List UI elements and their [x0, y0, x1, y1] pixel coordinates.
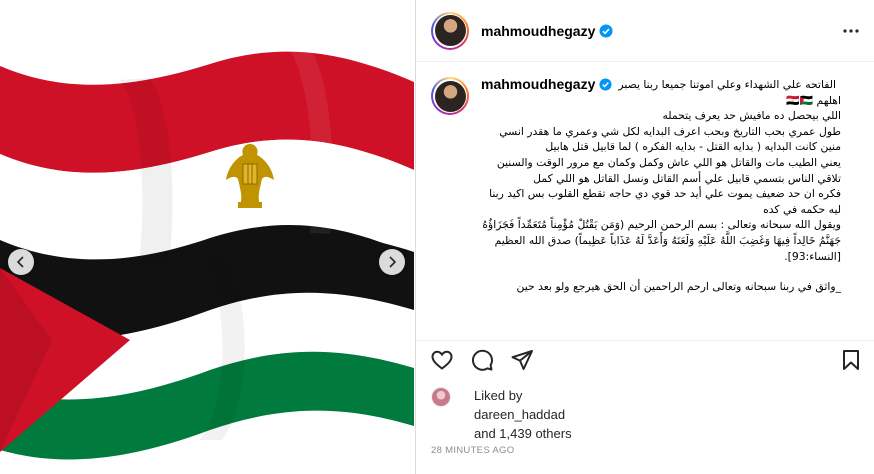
more-options-icon [843, 28, 859, 33]
share-button[interactable] [510, 348, 534, 372]
paper-plane-icon [511, 350, 533, 370]
like-button[interactable] [430, 348, 454, 372]
avatar-photo [434, 80, 466, 112]
previous-image-button[interactable] [8, 249, 34, 275]
chevron-left-icon [16, 256, 24, 268]
caption-line: منين كانت البدايه ( بدايه القتل - بدايه … [545, 140, 841, 154]
liked-by-label: Liked by [474, 388, 523, 403]
action-bar [416, 342, 874, 378]
likes-others-link[interactable]: and 1,439 others [474, 424, 572, 443]
comment-button[interactable] [470, 348, 494, 372]
caption-line: فكره ان حد ضعيف يموت علي أيد حد قوي دي ح… [489, 187, 841, 201]
verified-badge-icon [599, 78, 612, 91]
more-options-button[interactable] [842, 22, 860, 40]
caption-line: طول عمري بحب التاريخ وبحب اعرف البدايه ل… [499, 124, 841, 138]
caption-line: الفاتحه علي الشهداء وعلي اموتنا جميعا رب… [618, 78, 837, 91]
heart-icon [431, 350, 453, 370]
caption-line: _واثق في ربنا سبحانه وتعالى ارحم الراحمي… [516, 280, 841, 294]
post-timestamp[interactable]: 28 MINUTES AGO [431, 445, 514, 456]
save-button[interactable] [839, 348, 863, 372]
caption-text: mahmoudhegazy الفاتحه علي الشهداء وعلي ا… [481, 76, 842, 295]
post-panel: mahmoudhegazy mahmoudhegazy الفاتحه علي … [415, 0, 874, 474]
post-header: mahmoudhegazy [416, 0, 874, 62]
verified-badge-icon [599, 24, 613, 38]
comment-icon [471, 349, 493, 371]
author-avatar[interactable] [431, 11, 469, 50]
likes-summary: Liked by dareen_haddad and 1,439 others [431, 386, 572, 443]
chevron-right-icon [389, 256, 397, 268]
caption-author-avatar[interactable] [431, 77, 469, 115]
liked-by-username[interactable]: dareen_haddad [474, 405, 572, 424]
caption-line: جَهَنَّمُ خَالِداً فِيهَا وَغَضِبَ اللَّ… [494, 233, 841, 247]
caption-line: [النساء:93]. [784, 249, 841, 263]
bookmark-icon [843, 350, 859, 370]
caption-line: ويقول الله سبحانه وتعالى : بسم الرحمن ال… [482, 218, 841, 232]
caption-username[interactable]: mahmoudhegazy [481, 76, 595, 93]
avatar-photo [434, 15, 466, 46]
caption-line: اللي بيحصل ده مافيش حد يعرف يتحمله [662, 109, 842, 123]
post-image[interactable] [0, 0, 414, 474]
liker-avatar[interactable] [431, 387, 451, 407]
caption-line: اهلهم 🇪🇬🇵🇸 [786, 93, 841, 107]
caption-line: ليه حكمه في كده [763, 202, 841, 216]
author-username[interactable]: mahmoudhegazy [481, 23, 595, 39]
caption-line: تلاقي الناس بتسمي قابيل علي أسم القاتل و… [533, 171, 841, 185]
next-image-button[interactable] [379, 249, 405, 275]
caption-line: يعني الطيب مات والقاتل هو اللي عاش وكمل … [496, 155, 841, 169]
flags-illustration [0, 50, 414, 460]
caption-section: mahmoudhegazy الفاتحه علي الشهداء وعلي ا… [416, 63, 874, 341]
